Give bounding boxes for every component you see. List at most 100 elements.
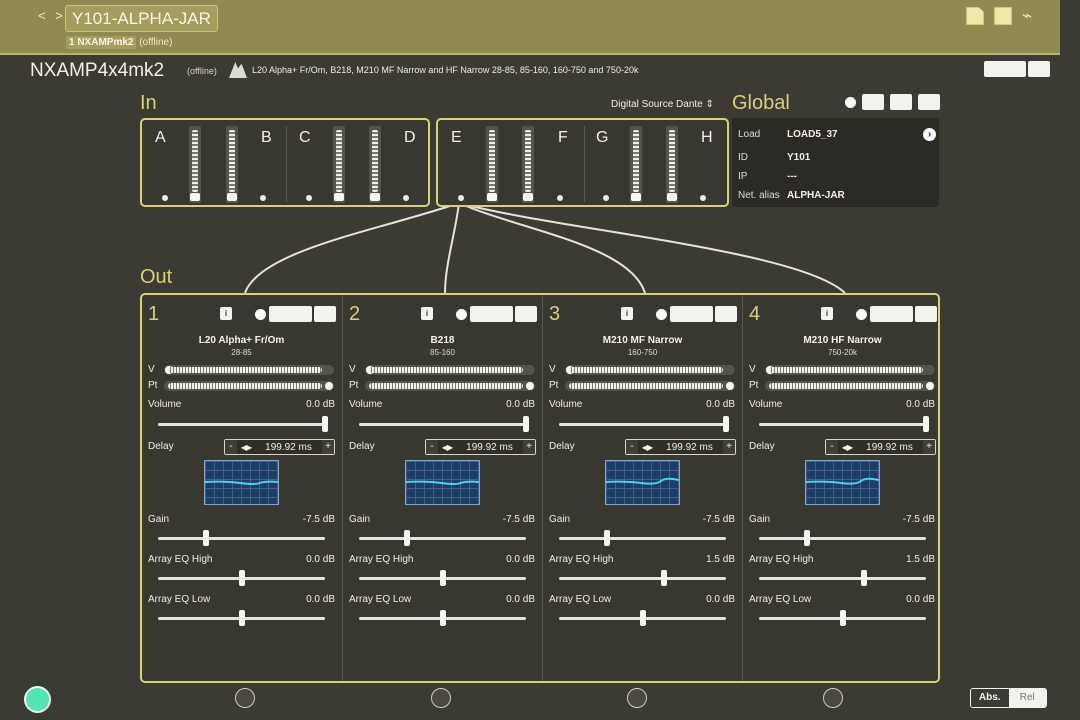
input-b-fader[interactable]: [226, 126, 238, 203]
eq-high-slider[interactable]: [359, 570, 526, 586]
delay-plus-button[interactable]: +: [723, 440, 735, 454]
delay-plus-button[interactable]: +: [322, 440, 334, 454]
output-solo-button[interactable]: [314, 306, 336, 322]
info-button[interactable]: i: [421, 307, 433, 320]
output-1-select-circle[interactable]: [235, 688, 255, 708]
volume-slider[interactable]: [559, 416, 729, 432]
delay-value[interactable]: 199.92 ms: [255, 442, 322, 453]
eq-graph[interactable]: [204, 460, 279, 505]
route-e-to-3: [458, 202, 646, 294]
gain-label: Gain: [549, 514, 571, 525]
eq-low-slider[interactable]: [559, 610, 726, 626]
input-a-route-dot[interactable]: [162, 195, 168, 201]
output-mute-button[interactable]: [470, 306, 513, 322]
global-status-dot[interactable]: [845, 97, 856, 108]
output-status-dot[interactable]: [856, 309, 867, 320]
delay-value[interactable]: 199.92 ms: [856, 442, 923, 453]
output-status-dot[interactable]: [456, 309, 467, 320]
gain-slider[interactable]: [759, 530, 926, 546]
chevron-right-icon[interactable]: ›: [923, 128, 936, 141]
abs-button[interactable]: Abs.: [971, 689, 1009, 707]
eq-high-slider[interactable]: [158, 570, 325, 586]
eq-low-value: 0.0 dB: [306, 594, 335, 605]
broom-icon[interactable]: ⌁: [1022, 7, 1040, 25]
output-mute-button[interactable]: [870, 306, 913, 322]
output-mute-button[interactable]: [670, 306, 713, 322]
eq-low-slider[interactable]: [359, 610, 526, 626]
eq-graph[interactable]: [805, 460, 880, 505]
eq-low-slider[interactable]: [759, 610, 926, 626]
eq-low-slider[interactable]: [158, 610, 325, 626]
info-button[interactable]: i: [621, 307, 633, 320]
voltage-meter: [164, 365, 334, 375]
input-d-fader[interactable]: [369, 126, 381, 203]
eq-graph[interactable]: [405, 460, 480, 505]
header-action-button[interactable]: [984, 61, 1026, 77]
info-button[interactable]: i: [220, 307, 232, 320]
input-e-fader[interactable]: [486, 126, 498, 203]
nav-arrows[interactable]: < >: [38, 8, 66, 23]
output-panel: 1 i L20 Alpha+ Fr/Om 28-85 V Pt Volume 0…: [140, 293, 940, 683]
output-solo-button[interactable]: [915, 306, 937, 322]
delay-stepper: - ◀▶ 199.92 ms +: [825, 439, 936, 455]
global-button-1[interactable]: [862, 94, 884, 110]
session-title[interactable]: Y101-ALPHA-JAR: [65, 5, 218, 32]
input-c-fader[interactable]: [333, 126, 345, 203]
paste-icon[interactable]: [994, 7, 1012, 25]
delay-arrows-icon[interactable]: ◀▶: [438, 443, 456, 452]
info-button[interactable]: i: [821, 307, 833, 320]
output-solo-button[interactable]: [715, 306, 737, 322]
delay-value[interactable]: 199.92 ms: [656, 442, 723, 453]
rel-button[interactable]: Rel: [1008, 689, 1046, 707]
delay-minus-button[interactable]: -: [426, 440, 438, 454]
output-3-select-circle[interactable]: [627, 688, 647, 708]
input-g-route-dot[interactable]: [603, 195, 609, 201]
gain-slider[interactable]: [559, 530, 726, 546]
input-d-route-dot[interactable]: [403, 195, 409, 201]
volume-slider[interactable]: [158, 416, 328, 432]
delay-arrows-icon[interactable]: ◀▶: [638, 443, 656, 452]
protection-meter: [365, 381, 535, 391]
delay-stepper: - ◀▶ 199.92 ms +: [224, 439, 335, 455]
global-button-3[interactable]: [918, 94, 940, 110]
input-g-fader[interactable]: [630, 126, 642, 203]
output-status-dot[interactable]: [656, 309, 667, 320]
input-f-route-dot[interactable]: [557, 195, 563, 201]
output-status-dot[interactable]: [255, 309, 266, 320]
delay-value[interactable]: 199.92 ms: [456, 442, 523, 453]
global-button-2[interactable]: [890, 94, 912, 110]
eq-high-slider[interactable]: [759, 570, 926, 586]
delay-minus-button[interactable]: -: [626, 440, 638, 454]
delay-minus-button[interactable]: -: [225, 440, 237, 454]
volume-slider[interactable]: [359, 416, 529, 432]
copy-icon[interactable]: [966, 7, 984, 25]
output-mute-button[interactable]: [269, 306, 312, 322]
eq-high-value: 1.5 dB: [906, 554, 935, 565]
eq-low-value: 0.0 dB: [706, 594, 735, 605]
gain-slider[interactable]: [359, 530, 526, 546]
gain-slider[interactable]: [158, 530, 325, 546]
input-e-route-dot[interactable]: [458, 195, 464, 201]
delay-plus-button[interactable]: +: [523, 440, 535, 454]
header-menu-button[interactable]: [1028, 61, 1050, 77]
delay-arrows-icon[interactable]: ◀▶: [237, 443, 255, 452]
input-b-route-dot[interactable]: [260, 195, 266, 201]
output-2-select-circle[interactable]: [431, 688, 451, 708]
eq-high-slider[interactable]: [559, 570, 726, 586]
output-4-select-circle[interactable]: [823, 688, 843, 708]
eq-graph[interactable]: [605, 460, 680, 505]
volume-slider[interactable]: [759, 416, 929, 432]
digital-source-select[interactable]: Digital Source Dante ⇕: [611, 99, 714, 110]
meter-pt-label: Pt: [148, 380, 158, 391]
input-f-fader[interactable]: [522, 126, 534, 203]
delay-plus-button[interactable]: +: [923, 440, 935, 454]
output-solo-button[interactable]: [515, 306, 537, 322]
input-h-route-dot[interactable]: [700, 195, 706, 201]
delay-arrows-icon[interactable]: ◀▶: [838, 443, 856, 452]
delay-minus-button[interactable]: -: [826, 440, 838, 454]
input-h-fader[interactable]: [666, 126, 678, 203]
input-a-fader[interactable]: [189, 126, 201, 203]
input-c-route-dot[interactable]: [306, 195, 312, 201]
online-status-indicator[interactable]: [24, 686, 51, 713]
preset-label: L20 Alpha+ Fr/Om, B218, M210 MF Narrow a…: [252, 65, 639, 75]
